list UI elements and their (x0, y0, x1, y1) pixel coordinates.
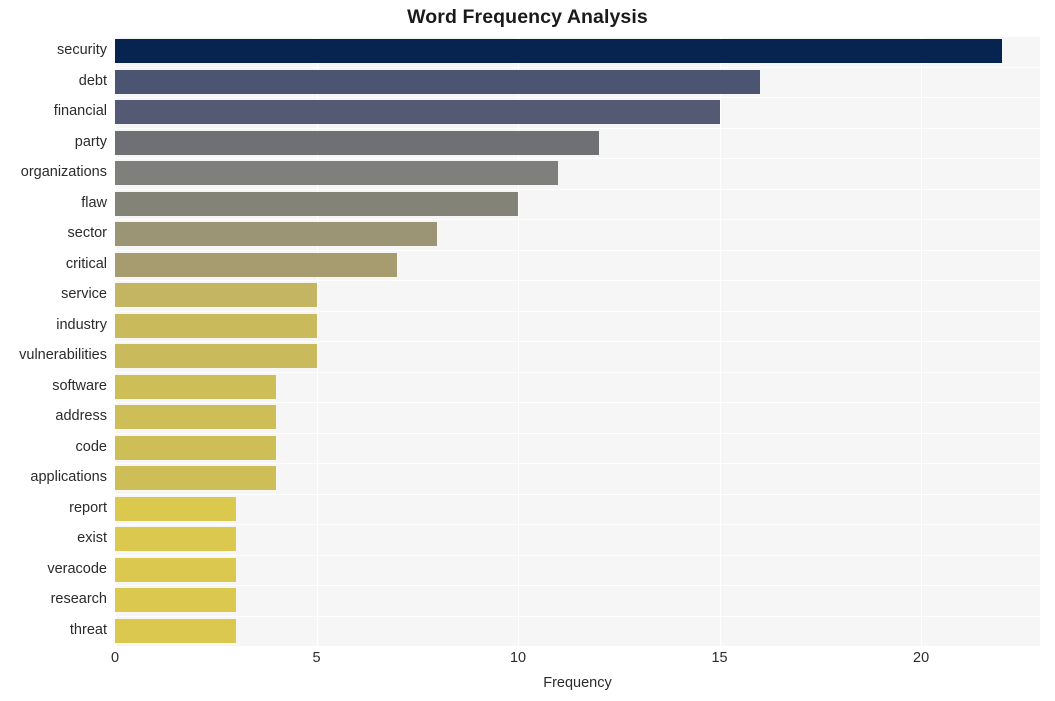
bar (115, 252, 398, 277)
bar (115, 405, 277, 430)
y-tick-label: financial (53, 103, 107, 120)
bar (115, 435, 277, 460)
x-axis-tick-labels: 0 5 10 15 20 (111, 650, 1040, 676)
x-tick-label: 15 (711, 650, 728, 666)
gridline-horizontal-16 (115, 524, 1040, 526)
gridline-horizontal-8 (115, 280, 1040, 282)
gridline-horizontal-11 (115, 371, 1040, 373)
y-tick-label: report (69, 499, 107, 516)
bar (115, 313, 317, 338)
bar (115, 466, 277, 491)
y-tick-label: service (61, 286, 107, 303)
bar (115, 100, 720, 125)
y-tick-label: exist (77, 530, 107, 547)
gridline-horizontal-2 (115, 97, 1040, 99)
y-tick-label: organizations (20, 164, 107, 181)
bar (115, 69, 760, 94)
plot-area (115, 36, 1040, 648)
gridline-horizontal-13 (115, 432, 1040, 434)
gridline-horizontal-6 (115, 219, 1040, 221)
bar (115, 344, 317, 369)
y-tick-label: threat (69, 621, 107, 638)
y-tick-label: vulnerabilities (19, 347, 107, 364)
bar (115, 222, 438, 247)
gridline-horizontal-1 (115, 66, 1040, 68)
word-frequency-chart: Word Frequency Analysis security debt fina… (0, 0, 1055, 701)
x-axis-title: Frequency (543, 675, 612, 691)
gridline-horizontal-0 (115, 36, 1040, 38)
bar (115, 161, 559, 186)
gridline-horizontal-5 (115, 188, 1040, 190)
x-tick-label: 20 (913, 650, 930, 666)
y-tick-label: flaw (81, 194, 107, 211)
x-tick-label: 10 (509, 650, 527, 666)
gridline-horizontal-20 (115, 646, 1040, 648)
bar (115, 130, 599, 155)
gridline-horizontal-19 (115, 615, 1040, 617)
y-tick-label: applications (30, 469, 107, 486)
y-tick-label: industry (56, 316, 107, 333)
gridline-horizontal-12 (115, 402, 1040, 404)
y-tick-label: address (55, 408, 107, 425)
y-tick-label: software (52, 377, 107, 394)
gridline-horizontal-10 (115, 341, 1040, 343)
x-tick-label: 5 (312, 650, 321, 666)
y-tick-label: research (50, 591, 107, 608)
bar (115, 527, 236, 552)
y-axis-tick-labels: security debt financial party organizations f… (0, 36, 107, 646)
bar (115, 374, 277, 399)
gridline-horizontal-7 (115, 249, 1040, 251)
bar (115, 39, 1002, 64)
gridline-horizontal-4 (115, 158, 1040, 160)
y-tick-label: sector (67, 225, 108, 242)
y-tick-label: security (57, 42, 107, 59)
chart-title: Word Frequency Analysis (407, 6, 648, 28)
gridline-horizontal-15 (115, 493, 1040, 495)
gridline-horizontal-9 (115, 310, 1040, 312)
y-tick-label: debt (78, 72, 107, 89)
gridline-horizontal-18 (115, 585, 1040, 587)
y-tick-label: critical (65, 255, 107, 272)
y-tick-label: veracode (47, 560, 107, 577)
x-tick-label: 0 (110, 650, 120, 666)
gridline-horizontal-3 (115, 127, 1040, 129)
gridline-horizontal-14 (115, 463, 1040, 465)
y-tick-label: party (74, 133, 107, 150)
bar (115, 283, 317, 308)
y-tick-label: code (75, 438, 107, 455)
bar (115, 618, 236, 643)
bar (115, 588, 236, 613)
gridline-horizontal-17 (115, 554, 1040, 556)
bar (115, 496, 236, 521)
bar (115, 557, 236, 582)
bar (115, 191, 519, 216)
